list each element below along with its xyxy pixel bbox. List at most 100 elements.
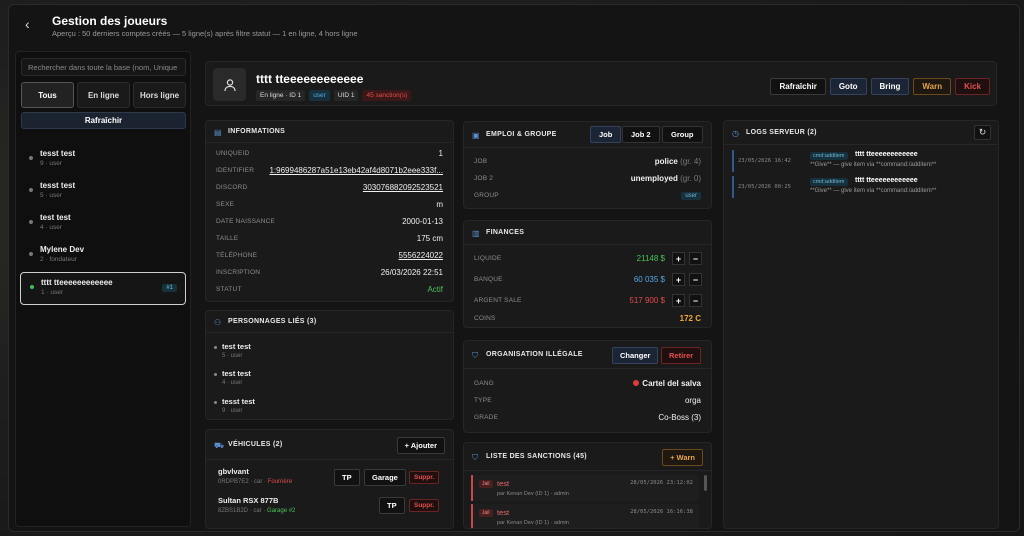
card-title: LISTE DES SANCTIONS (45) — [486, 453, 587, 460]
clock-icon: ◷ — [732, 129, 739, 138]
org-row: GANG Cartel del salva — [474, 376, 701, 392]
player-title: tttt tteeeeeeeeeeee — [256, 72, 364, 86]
bullet — [214, 373, 217, 376]
gang-name: Cartel del salva — [642, 379, 701, 388]
vehicle-name: Sultan RSX 877B — [218, 496, 279, 505]
sanction-reason: test — [497, 479, 510, 488]
player-detail: tttt tteeeeeeeeeeee En ligne · ID 1 user… — [201, 59, 1009, 529]
card-title: INFORMATIONS — [228, 128, 286, 135]
tp-vehicle-button[interactable]: TP — [379, 497, 405, 514]
player-meta: 9 · user — [40, 160, 63, 167]
dirty-money-value: 517 900 $ — [629, 296, 665, 305]
car-icon: ⛟ — [214, 441, 225, 450]
linked-name: test test — [222, 342, 251, 351]
sanctions-chip: 45 sanction(s) — [362, 90, 412, 101]
info-key: UNIQUEID — [216, 150, 250, 157]
tab-online[interactable]: En ligne — [77, 82, 130, 108]
vehicle-plate: 8ZBS1B2D · car — [218, 508, 262, 514]
tab-group[interactable]: Group — [662, 126, 703, 143]
goto-button[interactable]: Goto — [829, 78, 867, 95]
garage-button[interactable]: Garage — [364, 469, 406, 486]
finance-row: BANQUE 60 035 $ — [474, 272, 665, 288]
sanction-item[interactable]: Jail test par Kenan Dev (ID 1) · admin 2… — [471, 504, 699, 528]
coins-value: 172 C — [679, 314, 701, 323]
info-key: IDENTIFIER — [216, 167, 255, 174]
add-bank-button[interactable]: + — [672, 273, 685, 286]
add-dirty-button[interactable]: + — [672, 294, 685, 307]
sanction-author: par Kenan Dev (ID 1) · admin — [497, 520, 569, 526]
linked-item[interactable]: tesst test 9 · user — [214, 397, 255, 414]
sanctions-scrollbar[interactable] — [704, 475, 707, 491]
info-key: DISCORD — [216, 184, 248, 191]
sanction-item[interactable]: Jail test par Kenan Dev (ID 1) · admin 2… — [471, 475, 699, 501]
job-row: GROUP — [474, 188, 701, 204]
player-list: tesst test 9 · user tesst test 5 · user … — [16, 144, 190, 305]
group-chip: user — [309, 90, 330, 101]
finance-row: COINS 172 C — [474, 311, 701, 327]
bring-button[interactable]: Bring — [870, 78, 910, 95]
info-value[interactable]: 1:9699486287a51e13eb42af4d8071b2eee333f.… — [269, 166, 443, 175]
tab-job2[interactable]: Job 2 — [622, 126, 660, 143]
job-key: JOB 2 — [474, 175, 494, 182]
card-title: EMPLOI & GROUPE — [486, 131, 557, 138]
add-cash-button[interactable]: + — [672, 252, 685, 265]
info-value: 2000-01-13 — [402, 217, 443, 226]
wallet-icon: ▥ — [472, 229, 480, 238]
warn-button[interactable]: Warn — [913, 78, 952, 95]
status-dot — [29, 156, 33, 160]
remove-bank-button[interactable]: − — [689, 273, 702, 286]
add-vehicle-button[interactable]: + Ajouter — [396, 437, 445, 454]
refresh-logs-icon[interactable]: ↻ — [974, 125, 991, 140]
info-value[interactable]: 5556224022 — [399, 251, 444, 260]
remove-org-button[interactable]: Retirer — [661, 347, 702, 364]
back-arrow-icon[interactable]: ‹ — [25, 17, 39, 31]
org-key: TYPE — [474, 397, 492, 404]
info-row: DISCORD 303076882092523521 — [216, 180, 443, 196]
vehicle-item: gbvlvant 0RDPB7E2 · car · Fourrière — [218, 467, 292, 485]
info-row: DATE NAISSANCE 2000-01-13 — [216, 214, 443, 230]
kick-button[interactable]: Kick — [955, 78, 990, 95]
search-input[interactable]: Rechercher dans toute la base (nom, Uniq… — [21, 58, 186, 76]
tab-all[interactable]: Tous — [21, 82, 74, 108]
player-item[interactable]: Mylene Dev 2 · fondateur — [20, 240, 186, 272]
change-org-button[interactable]: Changer — [612, 347, 659, 364]
sanction-tag: Jail — [479, 509, 493, 517]
status-tabs: Tous En ligne Hors ligne — [21, 82, 186, 108]
remove-dirty-button[interactable]: − — [689, 294, 702, 307]
player-item-selected[interactable]: tttt tteeeeeeeeeeee 1 · user #1 — [20, 272, 186, 305]
refresh-list-button[interactable]: Rafraîchir — [21, 112, 186, 129]
remove-cash-button[interactable]: − — [689, 252, 702, 265]
finance-key: ARGENT SALE — [474, 297, 522, 304]
delete-vehicle-button[interactable]: Suppr. — [409, 499, 440, 512]
info-value[interactable]: 303076882092523521 — [363, 183, 443, 192]
player-item[interactable]: test test 4 · user — [20, 208, 186, 240]
linked-item[interactable]: test test 4 · user — [214, 369, 251, 386]
finances-card: ▥ FINANCES LIQUIDE 21148 $ + − BANQUE 60 0… — [463, 220, 712, 328]
org-key: GANG — [474, 380, 494, 387]
player-item[interactable]: tesst test 9 · user — [20, 144, 186, 176]
sanctions-card: ⛉ LISTE DES SANCTIONS (45) + Warn Jail t… — [463, 442, 712, 529]
card-title: PERSONNAGES LIÉS (3) — [228, 318, 317, 325]
player-meta: 4 · user — [40, 224, 63, 231]
org-key: GRADE — [474, 414, 499, 421]
refresh-button[interactable]: Rafraîchir — [770, 78, 826, 95]
briefcase-icon: ▣ — [472, 131, 480, 140]
tab-job[interactable]: Job — [590, 126, 622, 143]
linked-meta: 9 · user — [222, 408, 243, 414]
linked-characters-card: ⚇ PERSONNAGES LIÉS (3) test test 5 · user… — [205, 310, 454, 420]
add-warn-button[interactable]: + Warn — [662, 449, 703, 466]
info-row: IDENTIFIER 1:9699486287a51e13eb42af4d8071… — [216, 163, 443, 179]
group-pill: user — [681, 192, 701, 200]
vehicle-name: gbvlvant — [218, 467, 249, 476]
info-row: SEXE m — [216, 197, 443, 213]
tab-offline[interactable]: Hors ligne — [133, 82, 186, 108]
info-row: UNIQUEID 1 — [216, 146, 443, 162]
delete-vehicle-button[interactable]: Suppr. — [409, 471, 440, 484]
linked-item[interactable]: test test 5 · user — [214, 342, 251, 359]
info-row: STATUT Actif — [216, 282, 443, 298]
card-header: ◷ LOGS SERVEUR (2) ↻ — [724, 121, 998, 145]
player-item[interactable]: tesst test 5 · user — [20, 176, 186, 208]
job-value: police (gr. 4) — [655, 157, 701, 166]
card-title: FINANCES — [486, 229, 525, 236]
tp-vehicle-button[interactable]: TP — [334, 469, 360, 486]
